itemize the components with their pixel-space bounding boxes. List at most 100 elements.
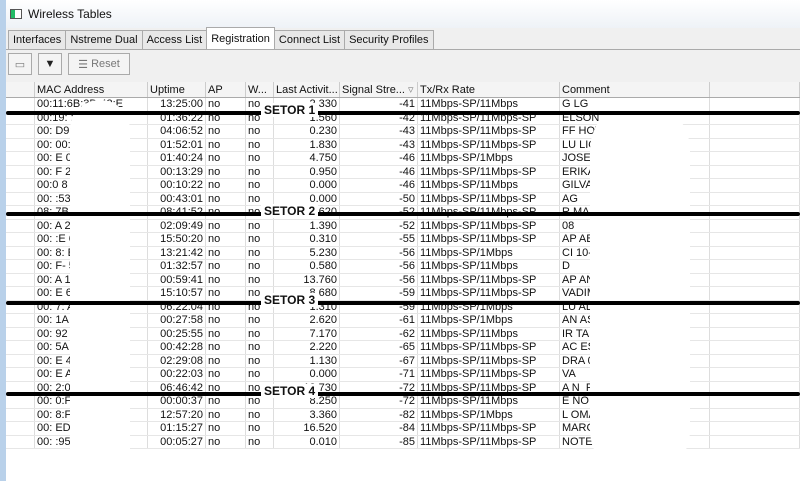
sort-icon: ▿ bbox=[408, 84, 414, 96]
cell-wds: no bbox=[246, 341, 274, 354]
redaction-mac bbox=[70, 100, 130, 480]
cell-filler bbox=[710, 273, 800, 286]
col-mac-address[interactable]: MAC Address bbox=[35, 82, 148, 97]
cell-signal-strength: -56 bbox=[340, 246, 418, 259]
row-selector bbox=[6, 138, 35, 151]
cell-signal-strength: -62 bbox=[340, 327, 418, 340]
cell-wds: no bbox=[246, 219, 274, 232]
cell-signal-strength: -56 bbox=[340, 273, 418, 286]
cell-last-activity: 0.000 bbox=[274, 368, 340, 381]
cell-tx-rx-rate: 11Mbps-SP/11Mbps-SP bbox=[418, 287, 560, 300]
cell-signal-strength: -56 bbox=[340, 260, 418, 273]
minus-icon: ▭ bbox=[14, 58, 26, 71]
tab-access-list[interactable]: Access List bbox=[141, 30, 208, 49]
cell-last-activity: 0.010 bbox=[274, 435, 340, 448]
row-selector bbox=[6, 368, 35, 381]
tab-security-profiles[interactable]: Security Profiles bbox=[344, 30, 434, 49]
filter-icon: ▼ bbox=[44, 58, 56, 70]
cell-ap: no bbox=[206, 273, 246, 286]
tab-connect-list[interactable]: Connect List bbox=[273, 30, 346, 49]
row-selector bbox=[6, 395, 35, 408]
cell-wds: no bbox=[246, 260, 274, 273]
col-tx-rx-rate[interactable]: Tx/Rx Rate bbox=[418, 82, 560, 97]
cell-signal-strength: -55 bbox=[340, 233, 418, 246]
cell-filler bbox=[710, 341, 800, 354]
cell-signal-strength: -65 bbox=[340, 341, 418, 354]
cell-ap: no bbox=[206, 314, 246, 327]
cell-wds: no bbox=[246, 179, 274, 192]
cell-filler bbox=[710, 368, 800, 381]
cell-ap: no bbox=[206, 368, 246, 381]
cell-uptime: 00:00:37 bbox=[148, 395, 206, 408]
cell-last-activity: 16.520 bbox=[274, 422, 340, 435]
col-wds[interactable]: W... bbox=[246, 82, 274, 97]
cell-last-activity: 0.310 bbox=[274, 233, 340, 246]
cell-filler bbox=[710, 287, 800, 300]
remove-button[interactable]: ▭ bbox=[8, 53, 32, 75]
filter-button[interactable]: ▼ bbox=[38, 53, 62, 75]
cell-ap: no bbox=[206, 192, 246, 205]
cell-ap: no bbox=[206, 219, 246, 232]
tab-interfaces[interactable]: Interfaces bbox=[8, 30, 67, 49]
cell-ap: no bbox=[206, 179, 246, 192]
cell-last-activity: 5.230 bbox=[274, 246, 340, 259]
sector-label-2: SETOR 2 bbox=[261, 204, 319, 218]
reset-button[interactable]: ☰ Reset bbox=[68, 53, 130, 75]
cell-last-activity: 13.760 bbox=[274, 273, 340, 286]
col-uptime[interactable]: Uptime bbox=[148, 82, 206, 97]
cell-filler bbox=[710, 314, 800, 327]
col-ap[interactable]: AP bbox=[206, 82, 246, 97]
row-selector bbox=[6, 98, 35, 111]
col-signal-strength[interactable]: Signal Stre... ▿ bbox=[340, 82, 418, 97]
row-selector bbox=[6, 408, 35, 421]
table-row[interactable]: 00:11:6B:3D:43:E 13:25:00 no no 2.330 -41 11Mb… bbox=[6, 98, 800, 112]
cell-uptime: 13:21:42 bbox=[148, 246, 206, 259]
cell-last-activity: 1.390 bbox=[274, 219, 340, 232]
cell-tx-rx-rate: 11Mbps-SP/11Mbps-SP bbox=[418, 233, 560, 246]
cell-filler bbox=[710, 246, 800, 259]
row-selector bbox=[6, 152, 35, 165]
row-selector bbox=[6, 246, 35, 259]
cell-filler bbox=[710, 327, 800, 340]
cell-wds: no bbox=[246, 435, 274, 448]
col-last-activity[interactable]: Last Activit... bbox=[274, 82, 340, 97]
cell-last-activity: 3.360 bbox=[274, 408, 340, 421]
cell-ap: no bbox=[206, 125, 246, 138]
cell-ap: no bbox=[206, 354, 246, 367]
cell-uptime: 02:09:49 bbox=[148, 219, 206, 232]
cell-wds: no bbox=[246, 368, 274, 381]
row-selector-header bbox=[6, 82, 35, 97]
cell-last-activity: 0.000 bbox=[274, 179, 340, 192]
cell-signal-strength: -43 bbox=[340, 138, 418, 151]
cell-filler bbox=[710, 260, 800, 273]
cell-ap: no bbox=[206, 422, 246, 435]
title-bar: Wireless Tables bbox=[6, 0, 800, 28]
sector-label-4: SETOR 4 bbox=[261, 384, 319, 398]
cell-filler bbox=[710, 165, 800, 178]
cell-last-activity: 1.830 bbox=[274, 138, 340, 151]
sector-divider-3: SETOR 3 bbox=[6, 293, 800, 307]
cell-uptime: 01:40:24 bbox=[148, 152, 206, 165]
window-icon bbox=[10, 9, 22, 19]
cell-uptime: 00:59:41 bbox=[148, 273, 206, 286]
cell-signal-strength: -59 bbox=[340, 287, 418, 300]
cell-wds: no bbox=[246, 408, 274, 421]
cell-wds: no bbox=[246, 422, 274, 435]
cell-wds: no bbox=[246, 138, 274, 151]
cell-filler bbox=[710, 138, 800, 151]
cell-filler bbox=[710, 233, 800, 246]
cell-filler bbox=[710, 422, 800, 435]
cell-signal-strength: -43 bbox=[340, 125, 418, 138]
col-comment[interactable]: Comment bbox=[560, 82, 710, 97]
cell-ap: no bbox=[206, 138, 246, 151]
tab-registration[interactable]: Registration bbox=[206, 27, 275, 49]
tab-nstreme-dual[interactable]: Nstreme Dual bbox=[65, 30, 143, 49]
table-header: MAC Address Uptime AP W... Last Activit.… bbox=[6, 82, 800, 98]
cell-uptime: 00:10:22 bbox=[148, 179, 206, 192]
cell-tx-rx-rate: 11Mbps-SP/11Mbps-SP bbox=[418, 422, 560, 435]
row-selector bbox=[6, 314, 35, 327]
reset-icon: ☰ bbox=[78, 58, 92, 71]
cell-signal-strength: -52 bbox=[340, 219, 418, 232]
cell-tx-rx-rate: 11Mbps-SP/1Mbps bbox=[418, 246, 560, 259]
sector-label-1: SETOR 1 bbox=[261, 103, 319, 117]
